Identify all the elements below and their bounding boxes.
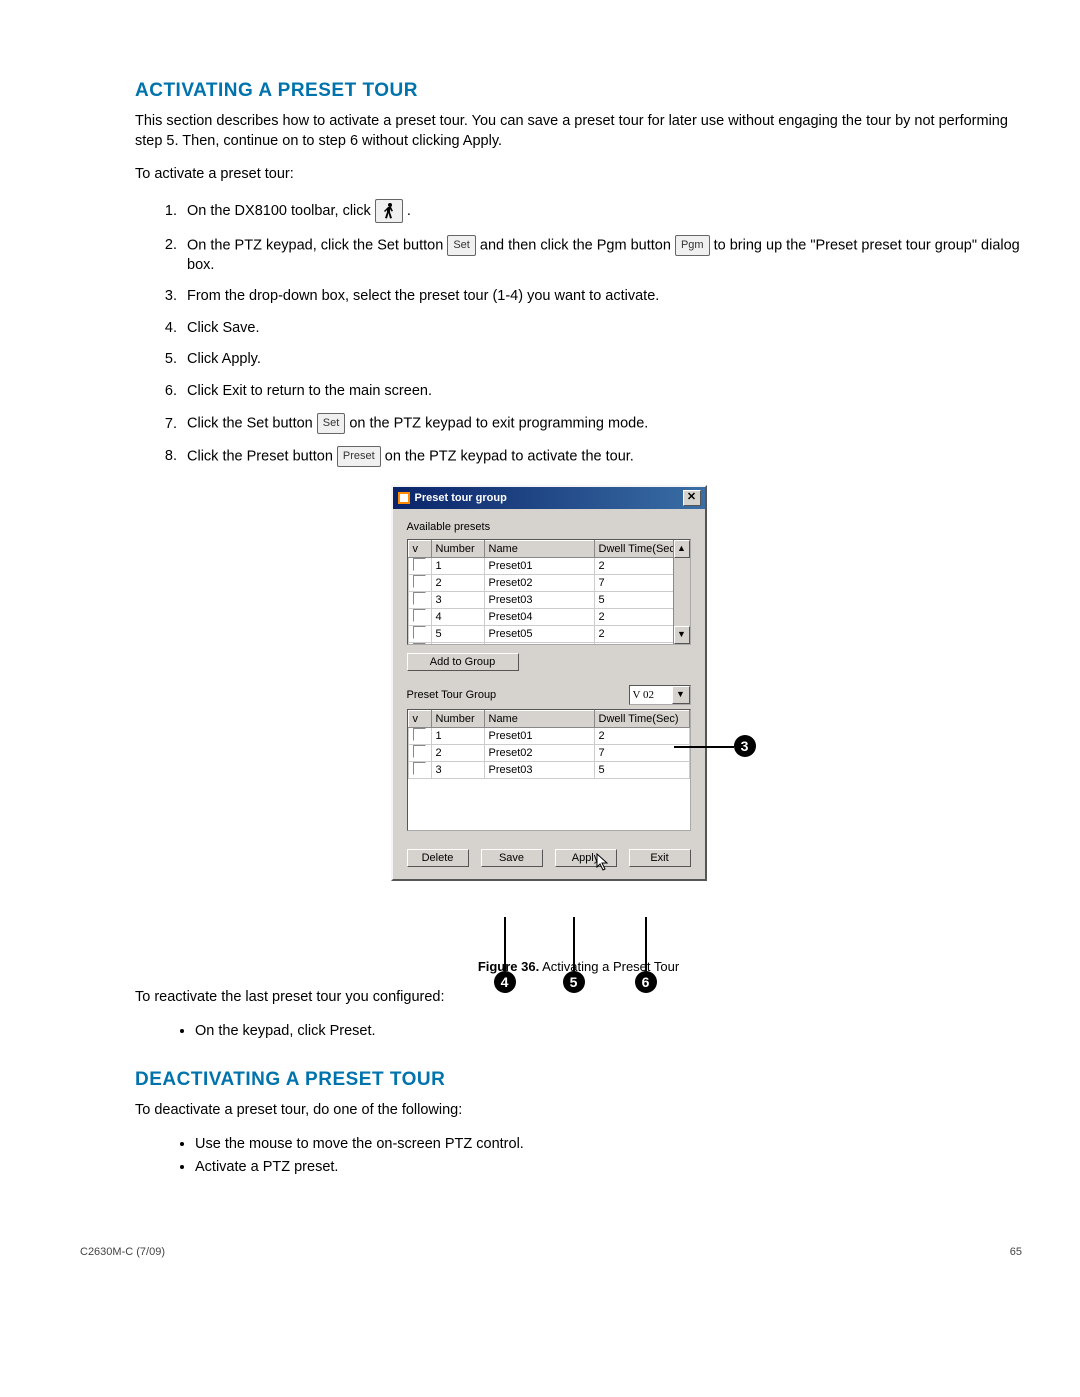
col-number[interactable]: Number bbox=[431, 541, 484, 558]
list-item: Use the mouse to move the on-screen PTZ … bbox=[195, 1135, 1022, 1155]
col-v[interactable]: v bbox=[408, 541, 431, 558]
preset-tour-group-label: Preset Tour Group bbox=[407, 689, 497, 701]
checkbox[interactable] bbox=[413, 626, 426, 639]
list-item: Activate a PTZ preset. bbox=[195, 1158, 1022, 1178]
table-row[interactable]: 4Preset042 bbox=[408, 609, 689, 626]
set-button-icon: Set bbox=[317, 413, 346, 434]
tour-group-table[interactable]: v Number Name Dwell Time(Sec) 1Preset012… bbox=[407, 709, 691, 831]
intro-lead: To activate a preset tour: bbox=[135, 165, 1022, 185]
leader-line bbox=[674, 746, 734, 748]
deactivate-list: Use the mouse to move the on-screen PTZ … bbox=[135, 1135, 1022, 1178]
deactivate-lead: To deactivate a preset tour, do one of t… bbox=[135, 1101, 1022, 1121]
step-2: On the PTZ keypad, click the Set button … bbox=[181, 235, 1022, 275]
callout-6: 6 bbox=[635, 971, 657, 993]
footer-page: 65 bbox=[1010, 1246, 1022, 1258]
callout-5: 5 bbox=[563, 971, 585, 993]
scroll-down-icon[interactable]: ▼ bbox=[674, 626, 690, 644]
table-row[interactable]: 1Preset012 bbox=[408, 558, 689, 575]
checkbox[interactable] bbox=[413, 745, 426, 758]
leader-line bbox=[504, 917, 506, 971]
table-row[interactable]: 2Preset027 bbox=[408, 745, 689, 762]
checkbox[interactable] bbox=[413, 558, 426, 571]
table-row[interactable]: 3Preset035 bbox=[408, 592, 689, 609]
callout-4: 4 bbox=[494, 971, 516, 993]
step-4: Click Save. bbox=[181, 319, 1022, 339]
checkbox[interactable] bbox=[413, 592, 426, 605]
checkbox[interactable] bbox=[413, 728, 426, 741]
table-row[interactable]: 2Preset027 bbox=[408, 575, 689, 592]
leader-line bbox=[645, 917, 647, 971]
reactivate-list: On the keypad, click Preset. bbox=[135, 1022, 1022, 1042]
scrollbar[interactable]: ▲ ▼ bbox=[673, 540, 690, 644]
step-5: Click Apply. bbox=[181, 350, 1022, 370]
heading-deactivating: DEACTIVATING A PRESET TOUR bbox=[135, 1069, 1022, 1091]
footer-docid: C2630M-C (7/09) bbox=[80, 1246, 165, 1258]
checkbox[interactable] bbox=[413, 609, 426, 622]
callout-3: 3 bbox=[734, 735, 756, 757]
table-row[interactable]: 5Preset052 bbox=[408, 626, 689, 643]
list-item: On the keypad, click Preset. bbox=[195, 1022, 1022, 1042]
pgm-button-icon: Pgm bbox=[675, 235, 710, 256]
table-row[interactable]: 1Preset012 bbox=[408, 728, 689, 745]
preset-tour-dialog: Preset tour group ✕ Available presets v … bbox=[391, 485, 707, 881]
add-to-group-button[interactable]: Add to Group bbox=[407, 653, 519, 671]
checkbox[interactable] bbox=[413, 762, 426, 775]
scroll-up-icon[interactable]: ▲ bbox=[674, 540, 690, 558]
step-8: Click the Preset button Preset on the PT… bbox=[181, 446, 1022, 467]
close-icon[interactable]: ✕ bbox=[683, 490, 701, 506]
table-row[interactable]: 6Preset062 bbox=[408, 643, 689, 646]
set-button-icon: Set bbox=[447, 235, 476, 256]
app-icon bbox=[397, 491, 411, 505]
delete-button[interactable]: Delete bbox=[407, 849, 469, 867]
dialog-title: Preset tour group bbox=[415, 492, 507, 504]
checkbox[interactable] bbox=[413, 575, 426, 588]
step-3: From the drop-down box, select the prese… bbox=[181, 287, 1022, 307]
save-button[interactable]: Save bbox=[481, 849, 543, 867]
chevron-down-icon[interactable]: ▼ bbox=[672, 686, 690, 704]
col-name[interactable]: Name bbox=[484, 541, 594, 558]
cursor-icon bbox=[596, 853, 612, 873]
step-1: On the DX8100 toolbar, click . bbox=[181, 199, 1022, 223]
preset-button-icon: Preset bbox=[337, 446, 381, 467]
table-row[interactable]: 3Preset035 bbox=[408, 762, 689, 779]
intro-paragraph: This section describes how to activate a… bbox=[135, 112, 1022, 151]
tour-group-dropdown[interactable]: ▼ bbox=[629, 685, 691, 705]
step-6: Click Exit to return to the main screen. bbox=[181, 382, 1022, 402]
pedestrian-icon bbox=[375, 199, 403, 223]
dialog-titlebar[interactable]: Preset tour group ✕ bbox=[393, 487, 705, 509]
tour-group-value[interactable] bbox=[630, 687, 672, 703]
steps-list: On the DX8100 toolbar, click . On the PT… bbox=[135, 199, 1022, 467]
available-presets-label: Available presets bbox=[407, 521, 691, 533]
checkbox[interactable] bbox=[413, 643, 426, 645]
available-presets-table[interactable]: v Number Name Dwell Time(Sec) 1Preset012… bbox=[407, 539, 691, 645]
heading-activating: ACTIVATING A PRESET TOUR bbox=[135, 80, 1022, 102]
step-7: Click the Set button Set on the PTZ keyp… bbox=[181, 413, 1022, 434]
leader-line bbox=[573, 917, 575, 971]
exit-button[interactable]: Exit bbox=[629, 849, 691, 867]
